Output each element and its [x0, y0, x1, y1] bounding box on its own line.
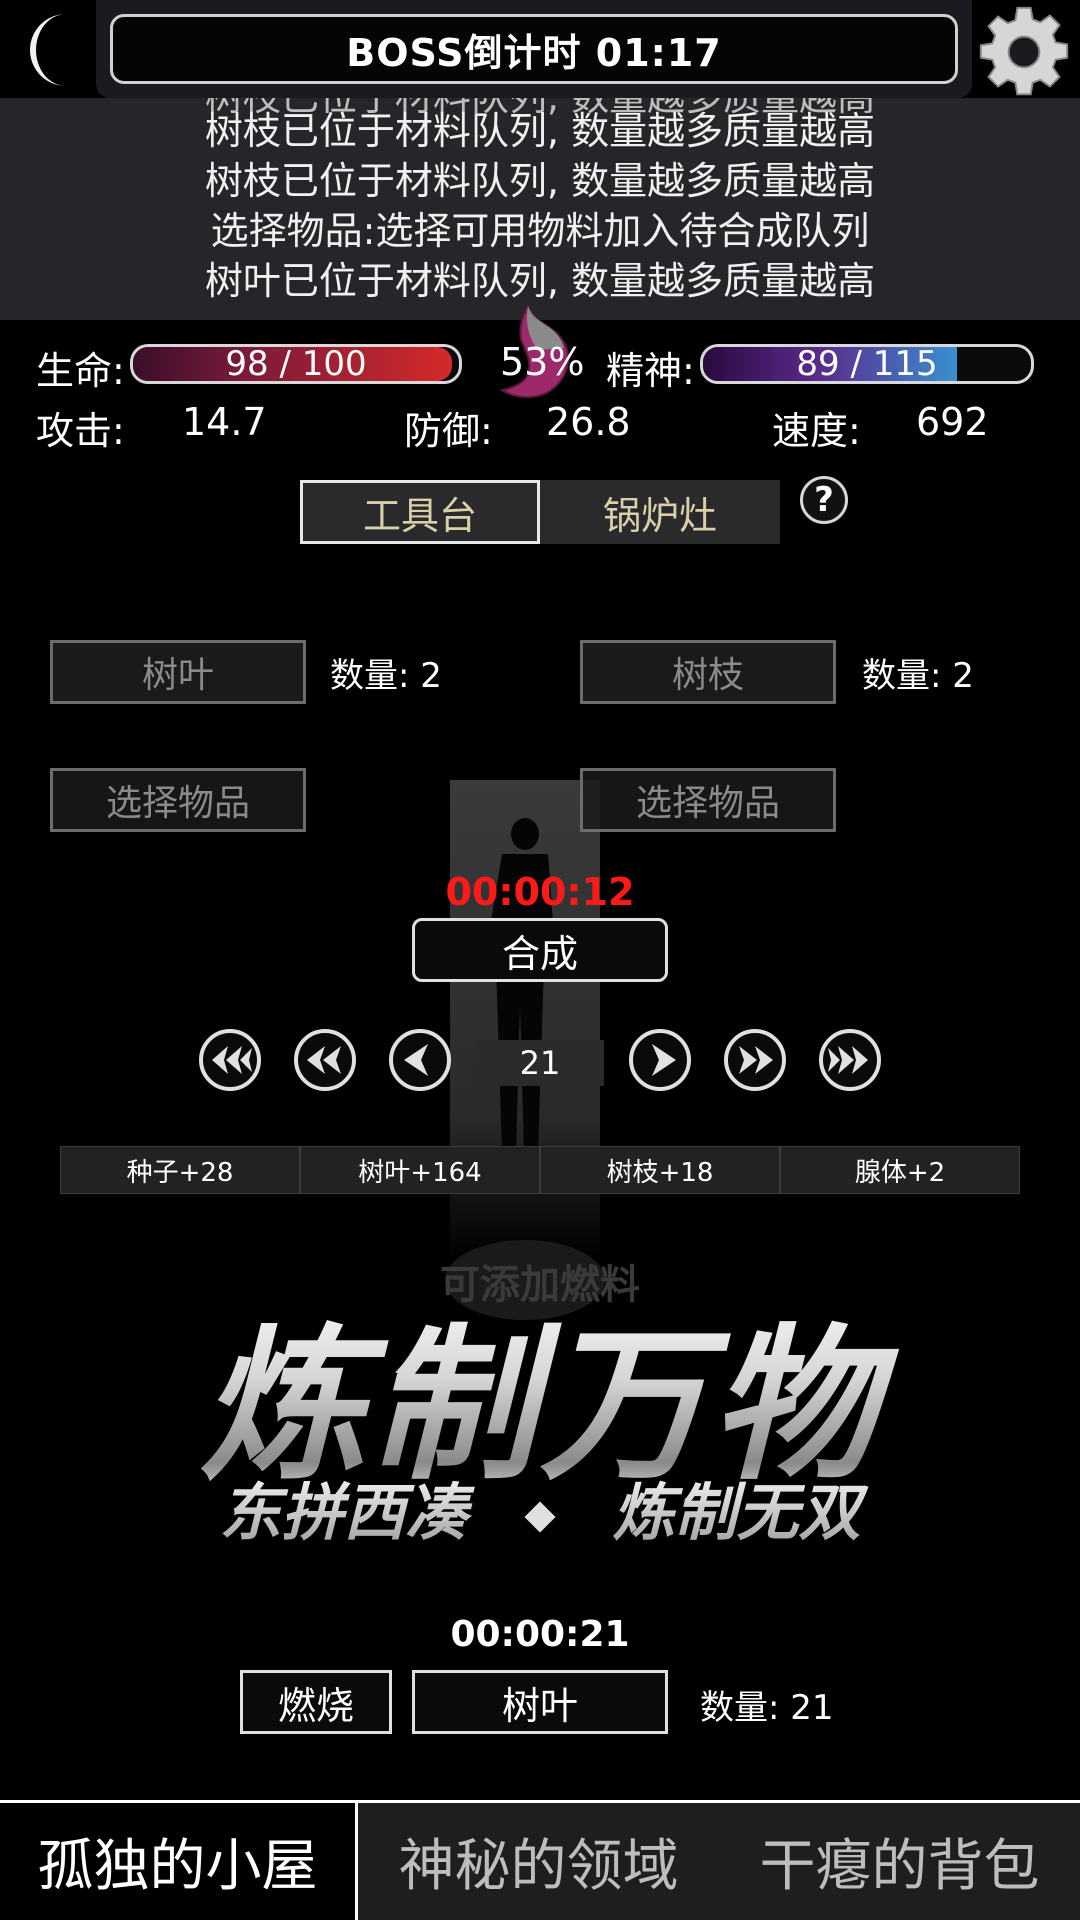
fast-forward-icon[interactable] — [723, 1028, 787, 1092]
mp-bar: 89 / 115 — [700, 344, 1034, 384]
select-item-slot-4[interactable]: 选择物品 — [580, 768, 836, 832]
nav-tab-cabin-label: 孤独的小屋 — [37, 1834, 318, 1899]
tab-stove-label: 锅炉灶 — [602, 493, 717, 538]
diamond-icon — [524, 1501, 556, 1533]
prev-page-icon[interactable] — [388, 1028, 452, 1092]
fuel-qty: 数量: 21 — [700, 1688, 834, 1728]
resource-cell-label: 树枝+18 — [606, 1157, 714, 1188]
select-item-slot-4-label: 选择物品 — [635, 783, 780, 824]
craft-timer: 00:00:12 — [445, 870, 635, 914]
hp-bar: 98 / 100 — [130, 344, 462, 384]
moon-icon[interactable] — [26, 10, 92, 90]
select-item-slot-3-label: 选择物品 — [105, 783, 250, 824]
resource-cell-label: 树叶+164 — [358, 1157, 482, 1188]
nav-tab-cabin[interactable]: 孤独的小屋 — [0, 1800, 358, 1920]
material-slot-1-label: 树叶 — [141, 655, 214, 696]
log-line: 树枝已位于材料队列, 数量越多质量越高 — [204, 159, 876, 203]
material-slot-1[interactable]: 树叶 — [50, 640, 306, 704]
defense-value: 26.8 — [546, 400, 631, 444]
material-slot-1-qty: 数量: 2 — [330, 656, 442, 696]
next-page-icon[interactable] — [628, 1028, 692, 1092]
fuel-item-label: 树叶 — [501, 1683, 578, 1728]
burn-button-label: 燃烧 — [277, 1683, 354, 1728]
nav-tab-backpack-label: 干瘪的背包 — [759, 1834, 1040, 1899]
log-line: 选择物品:选择可用物料加入待合成队列 — [210, 209, 870, 253]
boss-countdown: BOSS倒计时 01:17 — [110, 14, 958, 84]
help-icon-glyph: ? — [814, 480, 834, 520]
hp-label: 生命: — [36, 349, 125, 393]
resource-cell-label: 腺体+2 — [854, 1157, 946, 1188]
resource-cell[interactable]: 树叶+164 — [300, 1146, 540, 1194]
tab-stove[interactable]: 锅炉灶 — [540, 480, 780, 544]
log-list: 树枝已位于材料队列, 数量越多质量越高 树枝已位于材料队列, 数量越多质量越高 … — [0, 98, 1080, 320]
page-number: 21 — [476, 1040, 604, 1086]
material-slot-2-qty: 数量: 2 — [862, 656, 974, 696]
log-line: 树叶已位于材料队列, 数量越多质量越高 — [204, 259, 876, 303]
nav-tab-realm-label: 神秘的领域 — [398, 1834, 679, 1899]
attack-label: 攻击: — [36, 409, 125, 453]
defense-label: 防御: — [404, 409, 493, 453]
promo-subtitle-left: 东拼西凑 — [219, 1476, 468, 1549]
resource-cell[interactable]: 腺体+2 — [780, 1146, 1020, 1194]
hp-bar-text: 98 / 100 — [225, 344, 367, 384]
fast-back-icon[interactable] — [293, 1028, 357, 1092]
promo-subtitle: 东拼西凑 炼制无双 — [0, 1462, 1080, 1552]
nav-tab-realm[interactable]: 神秘的领域 — [358, 1800, 719, 1920]
tab-workbench-label: 工具台 — [362, 493, 477, 538]
burn-button[interactable]: 燃烧 — [240, 1670, 392, 1734]
select-item-slot-3[interactable]: 选择物品 — [50, 768, 306, 832]
fuel-timer: 00:00:21 — [450, 1614, 630, 1655]
promo-subtitle-right: 炼制无双 — [612, 1476, 861, 1549]
tab-workbench[interactable]: 工具台 — [300, 480, 540, 544]
resource-cell[interactable]: 树枝+18 — [540, 1146, 780, 1194]
page-number-text: 21 — [519, 1044, 561, 1082]
material-slot-2[interactable]: 树枝 — [580, 640, 836, 704]
material-slot-2-label: 树枝 — [671, 655, 744, 696]
first-page-icon[interactable] — [198, 1028, 262, 1092]
attack-value: 14.7 — [182, 400, 267, 444]
help-icon[interactable]: ? — [800, 476, 848, 524]
speed-value: 692 — [916, 400, 989, 444]
resource-cell[interactable]: 种子+28 — [60, 1146, 300, 1194]
mp-bar-text: 89 / 115 — [796, 344, 938, 384]
fuel-item-slot[interactable]: 树叶 — [412, 1670, 668, 1734]
hunger-percent: 53% — [500, 340, 585, 384]
speed-label: 速度: — [772, 409, 861, 453]
craft-button[interactable]: 合成 — [412, 918, 668, 982]
log-line: 树枝已位于材料队列, 数量越多质量越高 — [204, 109, 876, 153]
gear-icon[interactable] — [976, 4, 1072, 100]
boss-countdown-text: BOSS倒计时 01:17 — [346, 30, 722, 75]
resource-cell-label: 种子+28 — [126, 1157, 234, 1188]
craft-button-label: 合成 — [501, 931, 578, 976]
nav-tab-backpack[interactable]: 干瘪的背包 — [719, 1800, 1080, 1920]
mp-label: 精神: — [606, 349, 695, 393]
last-page-icon[interactable] — [818, 1028, 882, 1092]
